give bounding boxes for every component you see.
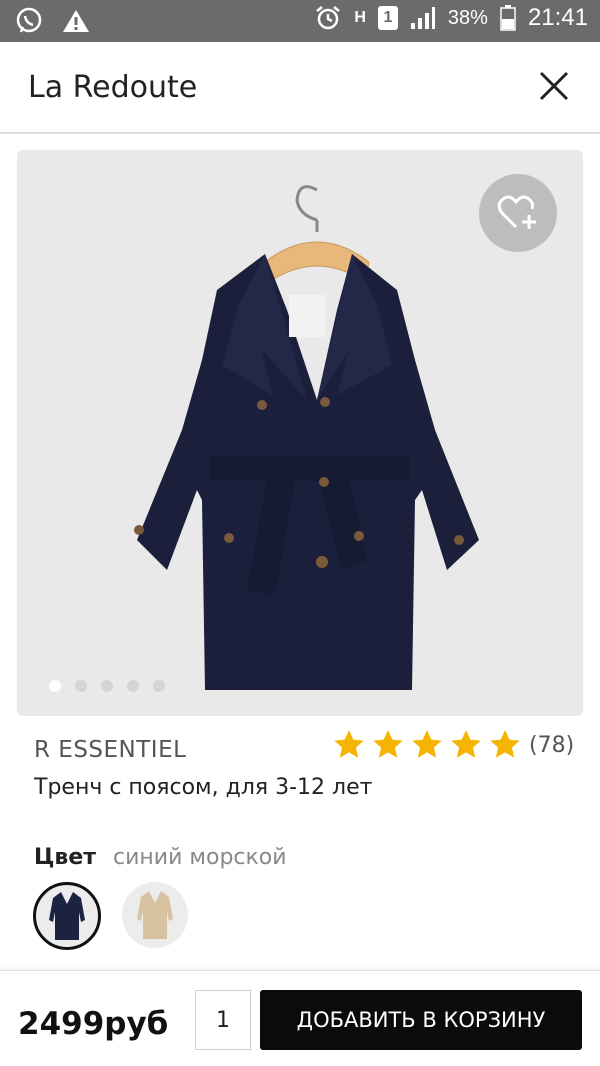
product-name: Тренч с поясом, для 3-12 лет xyxy=(34,775,373,800)
carousel-dot[interactable] xyxy=(49,680,61,692)
battery-icon xyxy=(500,5,516,31)
star-icon xyxy=(412,730,442,758)
carousel-dot[interactable] xyxy=(127,680,139,692)
app-bar: La Redoute xyxy=(0,42,600,134)
signal-icon xyxy=(410,7,435,29)
sim-slot-label: 1 xyxy=(383,9,393,26)
alarm-icon xyxy=(316,6,341,30)
product-price: 2499руб xyxy=(18,1006,169,1042)
add-to-favorites-button[interactable] xyxy=(479,174,557,252)
selected-color-value: синий морской xyxy=(113,845,287,870)
quantity-field[interactable]: 1 xyxy=(195,990,251,1050)
star-icon xyxy=(334,730,364,758)
add-to-cart-button[interactable]: ДОБАВИТЬ В КОРЗИНУ xyxy=(260,990,582,1050)
carousel-dot[interactable] xyxy=(101,680,113,692)
sim-icon: 1 xyxy=(377,6,398,30)
color-swatch-beige[interactable] xyxy=(122,882,188,948)
quantity-value: 1 xyxy=(216,1007,230,1033)
carousel-indicator xyxy=(49,680,165,692)
carousel-dot[interactable] xyxy=(75,680,87,692)
color-swatch-navy[interactable] xyxy=(33,882,101,950)
status-bar-right: H 1 38% 21:41 xyxy=(314,4,588,32)
navy-coat-thumbnail xyxy=(49,892,85,940)
battery-percent: 38% xyxy=(447,6,488,29)
color-label: Цвет xyxy=(34,845,97,870)
star-icon xyxy=(490,730,520,758)
warning-icon xyxy=(63,10,89,32)
clock: 21:41 xyxy=(527,4,588,31)
star-icon xyxy=(451,730,481,758)
purchase-bar: 2499руб 1 ДОБАВИТЬ В КОРЗИНУ xyxy=(0,970,600,1066)
product-image-carousel[interactable] xyxy=(17,150,583,716)
product-rating[interactable]: (78) xyxy=(332,728,574,762)
product-brand: R ESSENTIEL xyxy=(34,737,187,763)
close-button[interactable] xyxy=(538,70,570,102)
beige-coat-thumbnail xyxy=(137,891,173,939)
color-selector-label: Цвет синий морской xyxy=(34,845,287,870)
star-icon xyxy=(373,730,403,758)
network-type-label: H xyxy=(354,9,366,26)
status-bar: H 1 38% 21:41 xyxy=(0,0,600,42)
rating-stars xyxy=(332,728,527,762)
rating-count: (78) xyxy=(529,732,575,758)
status-bar-left xyxy=(14,6,90,36)
carousel-dot[interactable] xyxy=(153,680,165,692)
viber-icon xyxy=(16,7,42,33)
heart-plus-icon xyxy=(497,195,536,229)
app-title: La Redoute xyxy=(28,70,198,105)
close-icon xyxy=(539,71,569,101)
